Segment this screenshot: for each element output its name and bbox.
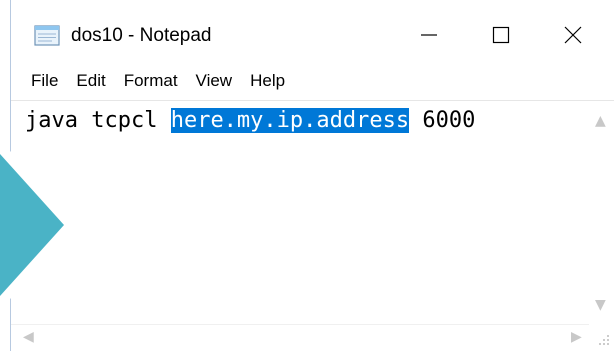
editor-text-before: java tcpcl: [25, 108, 171, 133]
editor-text-after: 6000: [409, 108, 476, 133]
notepad-window: dos10 - Notepad File Edit Format View He…: [10, 0, 614, 351]
minimize-icon: [421, 34, 437, 36]
close-button[interactable]: [543, 10, 603, 60]
menu-edit[interactable]: Edit: [67, 67, 114, 95]
maximize-icon: [492, 26, 510, 44]
menu-bar: File Edit Format View Help: [11, 65, 294, 97]
scroll-left-arrow-icon[interactable]: ◀: [23, 329, 34, 345]
maximize-button[interactable]: [471, 10, 531, 60]
resize-grip-icon[interactable]: [597, 333, 611, 347]
menu-file[interactable]: File: [11, 67, 67, 95]
text-editor-area[interactable]: java tcpcl here.my.ip.address 6000 ▲ ▼ ◀…: [11, 100, 614, 351]
scroll-up-arrow-icon[interactable]: ▲: [595, 113, 606, 129]
menu-help[interactable]: Help: [241, 67, 294, 95]
horizontal-scrollbar[interactable]: ◀ ▶: [11, 324, 589, 351]
editor-text-line[interactable]: java tcpcl here.my.ip.address 6000: [25, 107, 475, 135]
editor-selected-text[interactable]: here.my.ip.address: [170, 108, 410, 133]
scroll-down-arrow-icon[interactable]: ▼: [595, 297, 606, 313]
close-icon: [564, 26, 582, 44]
notepad-app-icon: [34, 25, 60, 46]
menu-format[interactable]: Format: [115, 67, 187, 95]
minimize-button[interactable]: [399, 10, 459, 60]
window-title: dos10 - Notepad: [71, 25, 212, 46]
vertical-scrollbar[interactable]: ▲ ▼: [589, 101, 614, 321]
menu-view[interactable]: View: [187, 67, 242, 95]
scroll-right-arrow-icon[interactable]: ▶: [571, 329, 582, 345]
title-bar[interactable]: dos10 - Notepad: [11, 0, 614, 62]
